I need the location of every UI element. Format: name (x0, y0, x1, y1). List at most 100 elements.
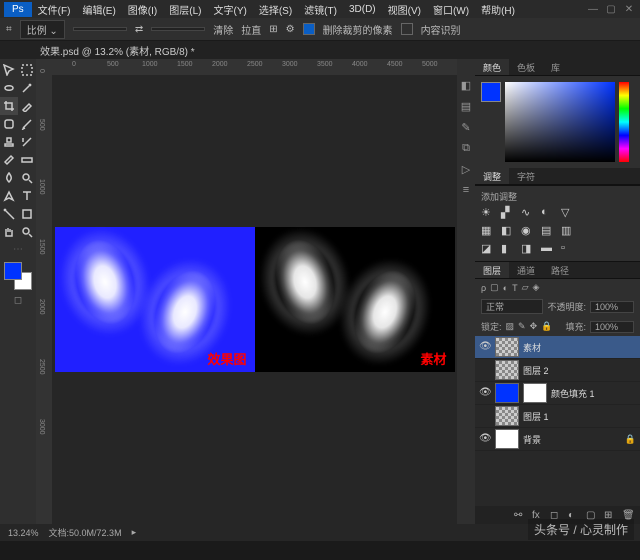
swatches-tab[interactable]: 色板 (509, 59, 543, 75)
move-tool-icon[interactable] (0, 61, 18, 79)
color-picker[interactable] (505, 82, 615, 162)
layer-row[interactable]: 图层 2 (475, 359, 640, 382)
layer-thumb[interactable] (495, 383, 519, 403)
selective-icon[interactable]: ▫ (561, 242, 575, 254)
dodge-tool-icon[interactable] (18, 169, 36, 187)
grid-icon[interactable]: ⊞ (269, 24, 277, 35)
visibility-icon[interactable]: 👁 (479, 341, 491, 353)
hue-slider[interactable] (619, 82, 629, 162)
layer-name[interactable]: 背景 (523, 433, 621, 446)
levels-icon[interactable]: ▞ (501, 206, 515, 218)
gradmap-icon[interactable]: ▬ (541, 242, 555, 254)
layer-thumb[interactable] (495, 360, 519, 380)
swap-icon[interactable]: ⇄ (135, 24, 143, 35)
lock-paint-icon[interactable]: ✎ (518, 321, 526, 332)
layer-thumb[interactable] (495, 337, 519, 357)
menu-select[interactable]: 选择(S) (253, 0, 298, 19)
channels-tab[interactable]: 通道 (509, 262, 543, 278)
menu-3d[interactable]: 3D(D) (343, 2, 382, 17)
photo-icon[interactable]: ◉ (521, 224, 535, 236)
layer-name[interactable]: 图层 2 (523, 364, 636, 377)
opacity-input[interactable]: 100% (590, 301, 634, 313)
visibility-icon[interactable]: 👁 (479, 387, 491, 399)
f-type-icon[interactable]: T (512, 283, 518, 293)
layer-row[interactable]: 图层 1 (475, 405, 640, 428)
play-panel-icon[interactable]: ▷ (462, 163, 470, 176)
mixer-icon[interactable]: ▤ (541, 224, 555, 236)
swatch-panel-icon[interactable]: ▤ (461, 100, 471, 113)
path-tool-icon[interactable] (0, 205, 18, 223)
zoom-tool-icon[interactable] (18, 223, 36, 241)
brush-tool-icon[interactable] (18, 115, 36, 133)
layer-row[interactable]: 👁 素材 (475, 336, 640, 359)
ratio-select[interactable]: 比例 ⌄ (20, 20, 65, 39)
marquee-tool-icon[interactable] (18, 61, 36, 79)
gear-icon[interactable]: ⚙ (286, 24, 295, 35)
menu-image[interactable]: 图像(I) (122, 0, 163, 19)
lasso-tool-icon[interactable] (0, 79, 18, 97)
brightness-icon[interactable]: ☀ (481, 206, 495, 218)
menu-filter[interactable]: 滤镜(T) (298, 0, 343, 19)
delete-cropped-checkbox[interactable] (303, 23, 315, 35)
blend-mode-select[interactable]: 正常 (481, 299, 543, 314)
eraser-tool-icon[interactable] (0, 151, 18, 169)
menu-file[interactable]: 文件(F) (32, 0, 77, 19)
info-panel-icon[interactable]: ≡ (463, 184, 469, 196)
f-img-icon[interactable]: ▢ (490, 282, 499, 293)
blur-tool-icon[interactable] (0, 169, 18, 187)
adjust-tab[interactable]: 调整 (475, 168, 509, 184)
hand-tool-icon[interactable] (0, 223, 18, 241)
straighten-button[interactable]: 拉直 (241, 22, 261, 37)
menu-help[interactable]: 帮助(H) (475, 0, 521, 19)
layer-mask-thumb[interactable] (523, 383, 547, 403)
visibility-icon[interactable] (479, 410, 491, 422)
pen-tool-icon[interactable] (0, 187, 18, 205)
color-swatch[interactable] (481, 82, 501, 102)
eyedropper-tool-icon[interactable] (18, 97, 36, 115)
wand-tool-icon[interactable] (18, 79, 36, 97)
hue-icon[interactable]: ▦ (481, 224, 495, 236)
fill-input[interactable]: 100% (590, 321, 634, 333)
canvas-viewport[interactable]: 效果图 素材 (52, 75, 457, 524)
document-tab[interactable]: 效果.psd @ 13.2% (素材, RGB/8) * (40, 43, 195, 58)
layers-tab[interactable]: 图层 (475, 262, 509, 278)
menu-edit[interactable]: 编辑(E) (76, 0, 121, 19)
shape-tool-icon[interactable] (18, 205, 36, 223)
history-panel-icon[interactable]: ◧ (461, 79, 471, 92)
layer-name[interactable]: 素材 (523, 341, 636, 354)
filter-kind-icon[interactable]: ρ (481, 283, 486, 293)
layer-row[interactable]: 👁背景🔒 (475, 428, 640, 451)
history-brush-icon[interactable] (18, 133, 36, 151)
library-tab[interactable]: 库 (543, 59, 568, 75)
visibility-icon[interactable] (479, 364, 491, 376)
f-adj-icon[interactable]: ◐ (503, 283, 508, 293)
zoom-level[interactable]: 13.24% (8, 528, 39, 538)
invert-icon[interactable]: ◪ (481, 242, 495, 254)
layer-row[interactable]: 👁 颜色填充 1 (475, 382, 640, 405)
layer-name[interactable]: 图层 1 (523, 410, 636, 423)
crop-tool-icon[interactable] (0, 97, 18, 115)
menu-window[interactable]: 窗口(W) (427, 0, 475, 19)
height-input[interactable] (151, 27, 205, 31)
minimize-icon[interactable]: — (586, 4, 600, 15)
quickmask-icon[interactable]: ◻ (14, 295, 22, 306)
char-tab[interactable]: 字符 (509, 168, 543, 184)
bw-icon[interactable]: ◧ (501, 224, 515, 236)
layer-name[interactable]: 颜色填充 1 (551, 387, 636, 400)
vibrance-icon[interactable]: ▽ (561, 206, 575, 218)
foreground-color-swatch[interactable] (4, 262, 22, 280)
threshold-icon[interactable]: ◨ (521, 242, 535, 254)
chevron-right-icon[interactable]: ▸ (132, 527, 137, 538)
curves-icon[interactable]: ∿ (521, 206, 535, 218)
heal-tool-icon[interactable] (0, 115, 18, 133)
poster-icon[interactable]: ▮ (501, 242, 515, 254)
clone-panel-icon[interactable]: ⧉ (462, 142, 470, 155)
lock-trans-icon[interactable]: ▨ (506, 321, 515, 332)
visibility-icon[interactable]: 👁 (479, 433, 491, 445)
type-tool-icon[interactable] (18, 187, 36, 205)
paths-tab[interactable]: 路径 (543, 262, 577, 278)
width-input[interactable] (73, 27, 127, 31)
gradient-tool-icon[interactable] (18, 151, 36, 169)
brush-panel-icon[interactable]: ✎ (461, 121, 470, 134)
layer-thumb[interactable] (495, 429, 519, 449)
